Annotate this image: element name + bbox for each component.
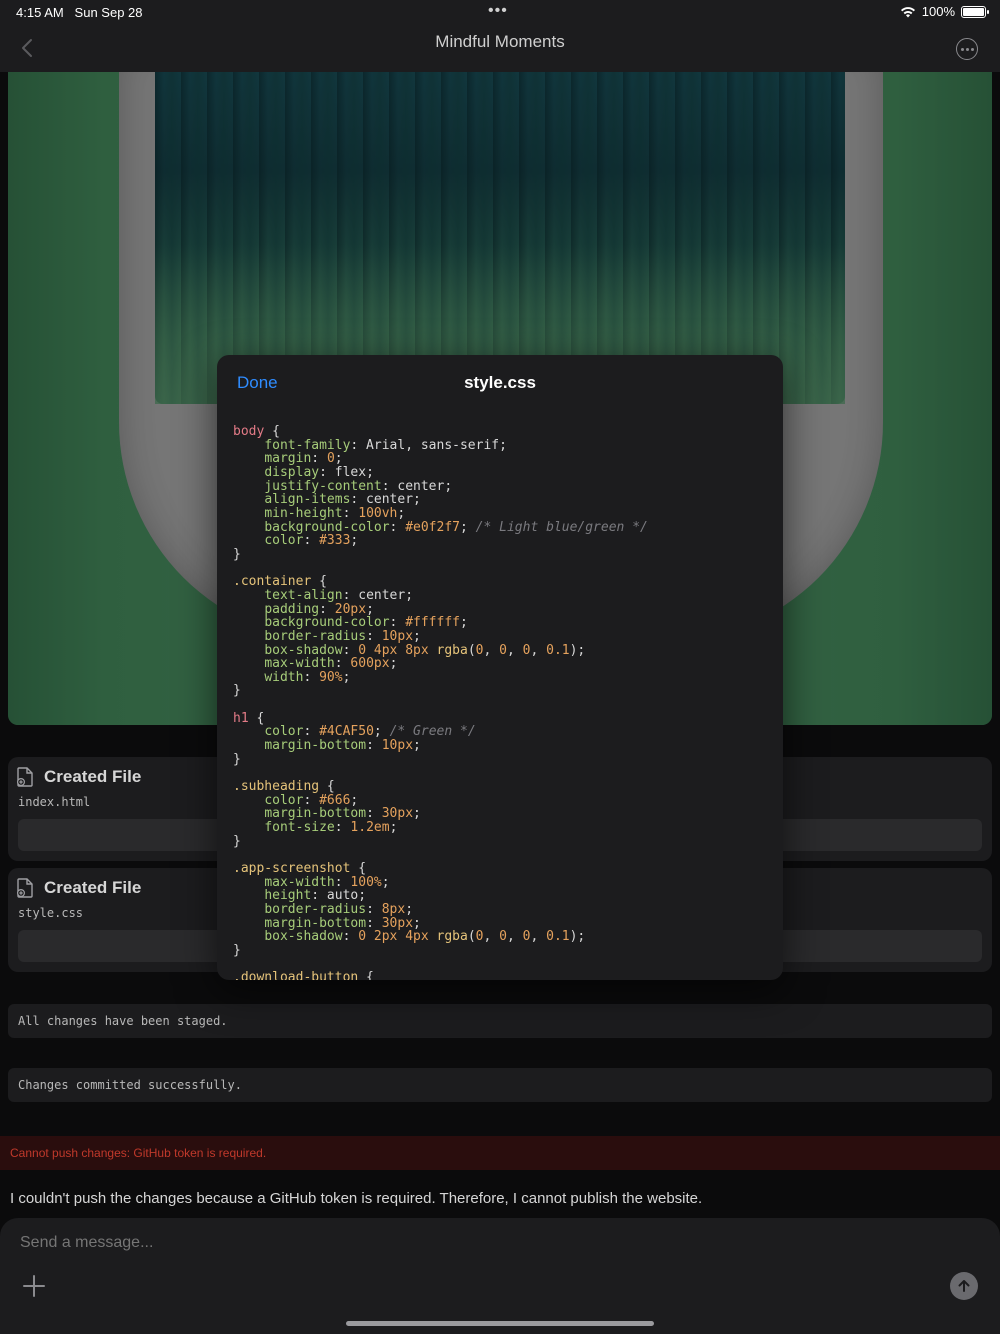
code-line: margin-bottom: 30px; [264, 915, 421, 931]
code-line: max-width: 100%; [264, 874, 390, 890]
code-line: background-color: #e0f2f7; /* Light blue… [264, 519, 648, 535]
card-title: Created File [44, 878, 142, 897]
push-error-message: Cannot push changes: GitHub token is req… [0, 1136, 1000, 1170]
code-line: .app-screenshot { [233, 861, 367, 876]
code-line: text-align: center; [264, 587, 414, 603]
status-time: 4:15 AM Sun Sep 28 [16, 5, 143, 20]
code-line: box-shadow: 0 2px 4px rgba(0, 0, 0, 0.1)… [264, 929, 586, 945]
arrow-up-icon [958, 1280, 970, 1292]
code-line: .container { [233, 574, 327, 590]
message-composer [0, 1218, 1000, 1334]
plus-icon[interactable] [22, 1274, 46, 1298]
modal-title: style.css [464, 373, 536, 392]
status-indicators: 100% [900, 4, 989, 19]
code-line: } [233, 683, 241, 699]
code-line: border-radius: 8px; [264, 901, 414, 917]
page-title: Mindful Moments [435, 32, 565, 51]
file-added-icon [16, 767, 33, 787]
code-line: min-height: 100vh; [264, 505, 406, 521]
code-line: margin-bottom: 30px; [264, 806, 421, 822]
wifi-icon [900, 6, 915, 17]
committed-message: Changes committed successfully. [8, 1068, 992, 1102]
code-line: height: auto; [264, 888, 367, 904]
card-filename: style.css [18, 906, 84, 920]
code-line: padding: 20px; [264, 601, 374, 617]
code-line: color: #4CAF50; /* Green */ [264, 724, 476, 740]
code-line: max-width: 600px; [264, 656, 398, 672]
code-line: border-radius: 10px; [264, 628, 421, 644]
message-input[interactable] [20, 1234, 920, 1252]
code-line: margin-bottom: 10px; [264, 738, 421, 754]
card-title: Created File [44, 767, 142, 786]
code-line: font-family: Arial, sans-serif; [264, 437, 507, 453]
send-button[interactable] [950, 1272, 978, 1300]
battery-percent: 100% [921, 4, 955, 19]
code-line: } [233, 942, 241, 958]
multitasking-dots-icon[interactable]: ••• [488, 2, 508, 20]
code-line: background-color: #ffffff; [264, 615, 468, 631]
code-line: box-shadow: 0 4px 8px rgba(0, 0, 0, 0.1)… [264, 642, 586, 658]
code-line: body { [233, 424, 280, 439]
code-line: .subheading { [233, 779, 335, 795]
code-line: } [233, 833, 241, 849]
code-viewer-modal: Done style.css body { font-family: Arial… [217, 355, 783, 980]
battery-icon [961, 5, 989, 18]
code-line: align-items: center; [264, 492, 421, 508]
code-line: color: #333; [264, 533, 359, 549]
code-line: justify-content: center; [264, 478, 453, 494]
assistant-message: I couldn't push the changes because a Gi… [10, 1190, 703, 1207]
card-filename: index.html [18, 795, 91, 809]
code-line: } [233, 546, 241, 562]
code-line: margin: 0; [264, 451, 343, 467]
code-line: h1 { [233, 710, 265, 726]
staged-message: All changes have been staged. [8, 1004, 992, 1038]
more-options-icon[interactable] [956, 38, 978, 60]
code-line: color: #666; [264, 792, 359, 808]
code-view[interactable]: body { font-family: Arial, sans-serif; m… [233, 425, 648, 980]
code-line: width: 90%; [264, 669, 351, 685]
code-line: } [233, 751, 241, 767]
nav-bar: Mindful Moments [0, 24, 1000, 72]
home-indicator [346, 1321, 654, 1326]
file-added-icon [16, 878, 33, 898]
status-bar: 4:15 AM Sun Sep 28 ••• 100% [0, 0, 1000, 24]
code-line: font-size: 1.2em; [264, 820, 398, 836]
code-line: .download-button { [233, 970, 374, 980]
code-line: display: flex; [264, 464, 374, 480]
